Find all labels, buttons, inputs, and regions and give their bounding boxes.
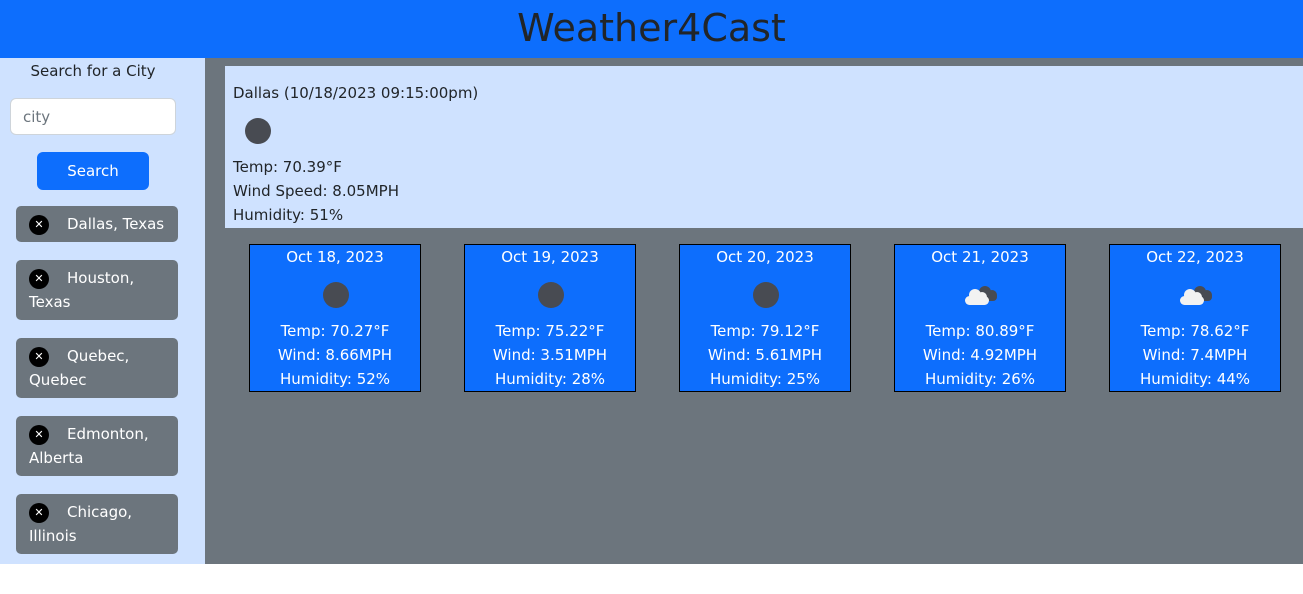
forecast-date: Oct 20, 2023: [716, 248, 814, 266]
forecast-humidity: Humidity: 52%: [279, 370, 391, 388]
forecast-date: Oct 22, 2023: [1146, 248, 1244, 266]
remove-city-icon[interactable]: ✕: [29, 347, 49, 367]
forecast-temp: Temp: 78.62°F: [1140, 322, 1250, 340]
forecast-date: Oct 19, 2023: [501, 248, 599, 266]
forecast-wind: Wind: 7.4MPH: [1142, 346, 1248, 364]
forecast-card: Oct 18, 2023 Temp: 70.27°F Wind: 8.66MPH…: [249, 244, 421, 392]
forecast-date: Oct 18, 2023: [286, 248, 384, 266]
forecast-wind: Wind: 3.51MPH: [492, 346, 608, 364]
main-content: Dallas (10/18/2023 09:15:00pm) Temp: 70.…: [205, 58, 1303, 564]
forecast-temp: Temp: 79.12°F: [710, 322, 820, 340]
forecast-temp: Temp: 70.27°F: [280, 322, 390, 340]
app-title: Weather4Cast: [517, 6, 786, 50]
app-header: Weather4Cast: [0, 0, 1303, 58]
clear-night-moon-icon: [323, 282, 349, 308]
sidebar: Search for a City Search ✕Dallas, Texas …: [0, 58, 205, 564]
history-region-label: Illinois: [29, 527, 77, 545]
forecast-card: Oct 21, 2023 Temp: 80.89°F Wind: 4.92MPH…: [894, 244, 1066, 392]
forecast-temp: Temp: 75.22°F: [495, 322, 605, 340]
history-item-dallas[interactable]: ✕ Dallas, Texas: [16, 206, 178, 242]
remove-city-icon[interactable]: ✕: [29, 215, 49, 235]
broken-clouds-icon: [965, 286, 997, 305]
forecast-card: Oct 20, 2023 Temp: 79.12°F Wind: 5.61MPH…: [679, 244, 851, 392]
history-item-chicago[interactable]: ✕ Chicago, Illinois: [16, 494, 178, 554]
clear-night-moon-icon: [245, 118, 271, 144]
remove-city-icon[interactable]: ✕: [29, 269, 49, 289]
forecast-date: Oct 21, 2023: [931, 248, 1029, 266]
search-label: Search for a City: [30, 62, 156, 80]
history-item-edmonton[interactable]: ✕ Edmonton, Alberta: [16, 416, 178, 476]
forecast-wind: Wind: 8.66MPH: [277, 346, 393, 364]
history-region-label: Texas: [29, 293, 71, 311]
current-weather-panel: Dallas (10/18/2023 09:15:00pm) Temp: 70.…: [225, 66, 1303, 228]
history-region-label: Alberta: [29, 449, 84, 467]
history-city-label: Houston,: [67, 269, 135, 287]
remove-city-icon[interactable]: ✕: [29, 425, 49, 445]
current-wind: Wind Speed: 8.05MPH: [233, 182, 399, 200]
clear-night-moon-icon: [538, 282, 564, 308]
current-humidity: Humidity: 51%: [233, 206, 344, 224]
forecast-humidity: Humidity: 44%: [1139, 370, 1251, 388]
forecast-wind: Wind: 5.61MPH: [707, 346, 823, 364]
forecast-humidity: Humidity: 26%: [924, 370, 1036, 388]
clear-night-moon-icon: [753, 282, 779, 308]
search-button[interactable]: Search: [37, 152, 149, 190]
forecast-card: Oct 19, 2023 Temp: 75.22°F Wind: 3.51MPH…: [464, 244, 636, 392]
forecast-card: Oct 22, 2023 Temp: 78.62°F Wind: 7.4MPH …: [1109, 244, 1281, 392]
forecast-humidity: Humidity: 28%: [494, 370, 606, 388]
city-search-input[interactable]: [10, 98, 176, 135]
forecast-wind: Wind: 4.92MPH: [922, 346, 1038, 364]
history-city-label: Quebec,: [67, 347, 130, 365]
remove-city-icon[interactable]: ✕: [29, 503, 49, 523]
history-item-quebec[interactable]: ✕ Quebec, Quebec: [16, 338, 178, 398]
current-temp: Temp: 70.39°F: [233, 158, 342, 176]
history-region-label: Quebec: [29, 371, 87, 389]
history-item-houston[interactable]: ✕ Houston, Texas: [16, 260, 178, 320]
history-city-label: Dallas, Texas: [67, 215, 165, 233]
broken-clouds-icon: [1180, 286, 1212, 305]
history-city-label: Edmonton,: [67, 425, 149, 443]
forecast-humidity: Humidity: 25%: [709, 370, 821, 388]
history-city-label: Chicago,: [67, 503, 133, 521]
current-city-title: Dallas (10/18/2023 09:15:00pm): [233, 84, 479, 102]
forecast-temp: Temp: 80.89°F: [925, 322, 1035, 340]
